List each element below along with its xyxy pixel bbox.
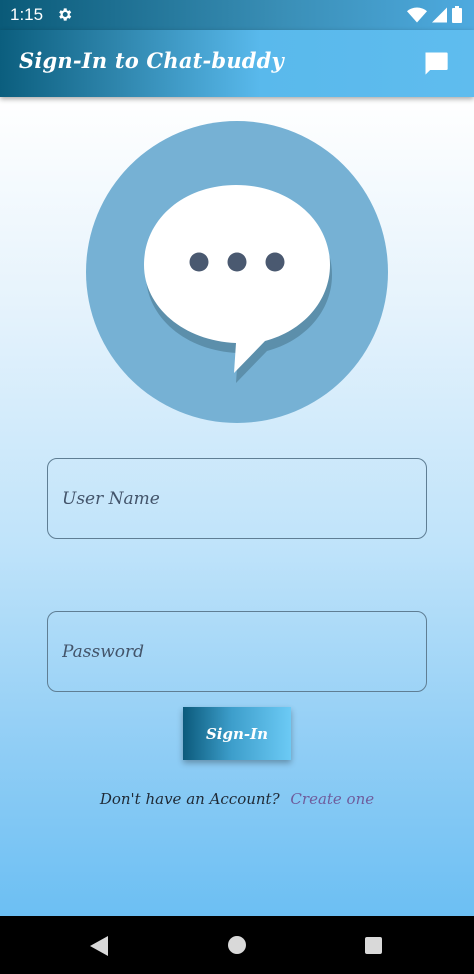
create-account-line: Don't have an Account? Create one	[0, 790, 474, 808]
battery-icon	[452, 6, 462, 23]
page-title: Sign-In to Chat-buddy	[19, 48, 284, 73]
recent-apps-icon[interactable]	[365, 937, 382, 954]
back-icon[interactable]	[90, 936, 108, 956]
username-field[interactable]	[48, 459, 426, 538]
no-account-text: Don't have an Account?	[99, 790, 280, 808]
create-account-link[interactable]: Create one	[290, 790, 374, 808]
sign-in-content: Sign-In Don't have an Account? Create on…	[0, 97, 474, 916]
username-field-box	[47, 458, 427, 539]
status-bar: 1:15	[0, 0, 474, 30]
status-time: 1:15	[10, 5, 44, 24]
chat-bubble-ellipsis-icon	[86, 121, 388, 423]
password-field[interactable]	[48, 612, 426, 691]
system-nav-bar	[0, 916, 474, 974]
home-icon[interactable]	[228, 936, 246, 954]
sign-in-button[interactable]: Sign-In	[183, 707, 291, 760]
cellular-signal-icon	[432, 7, 447, 22]
chat-bubble-icon[interactable]	[422, 49, 450, 77]
password-field-box	[47, 611, 427, 692]
gear-icon	[59, 8, 72, 21]
app-bar: Sign-In to Chat-buddy	[0, 30, 474, 97]
wifi-icon	[407, 7, 427, 22]
